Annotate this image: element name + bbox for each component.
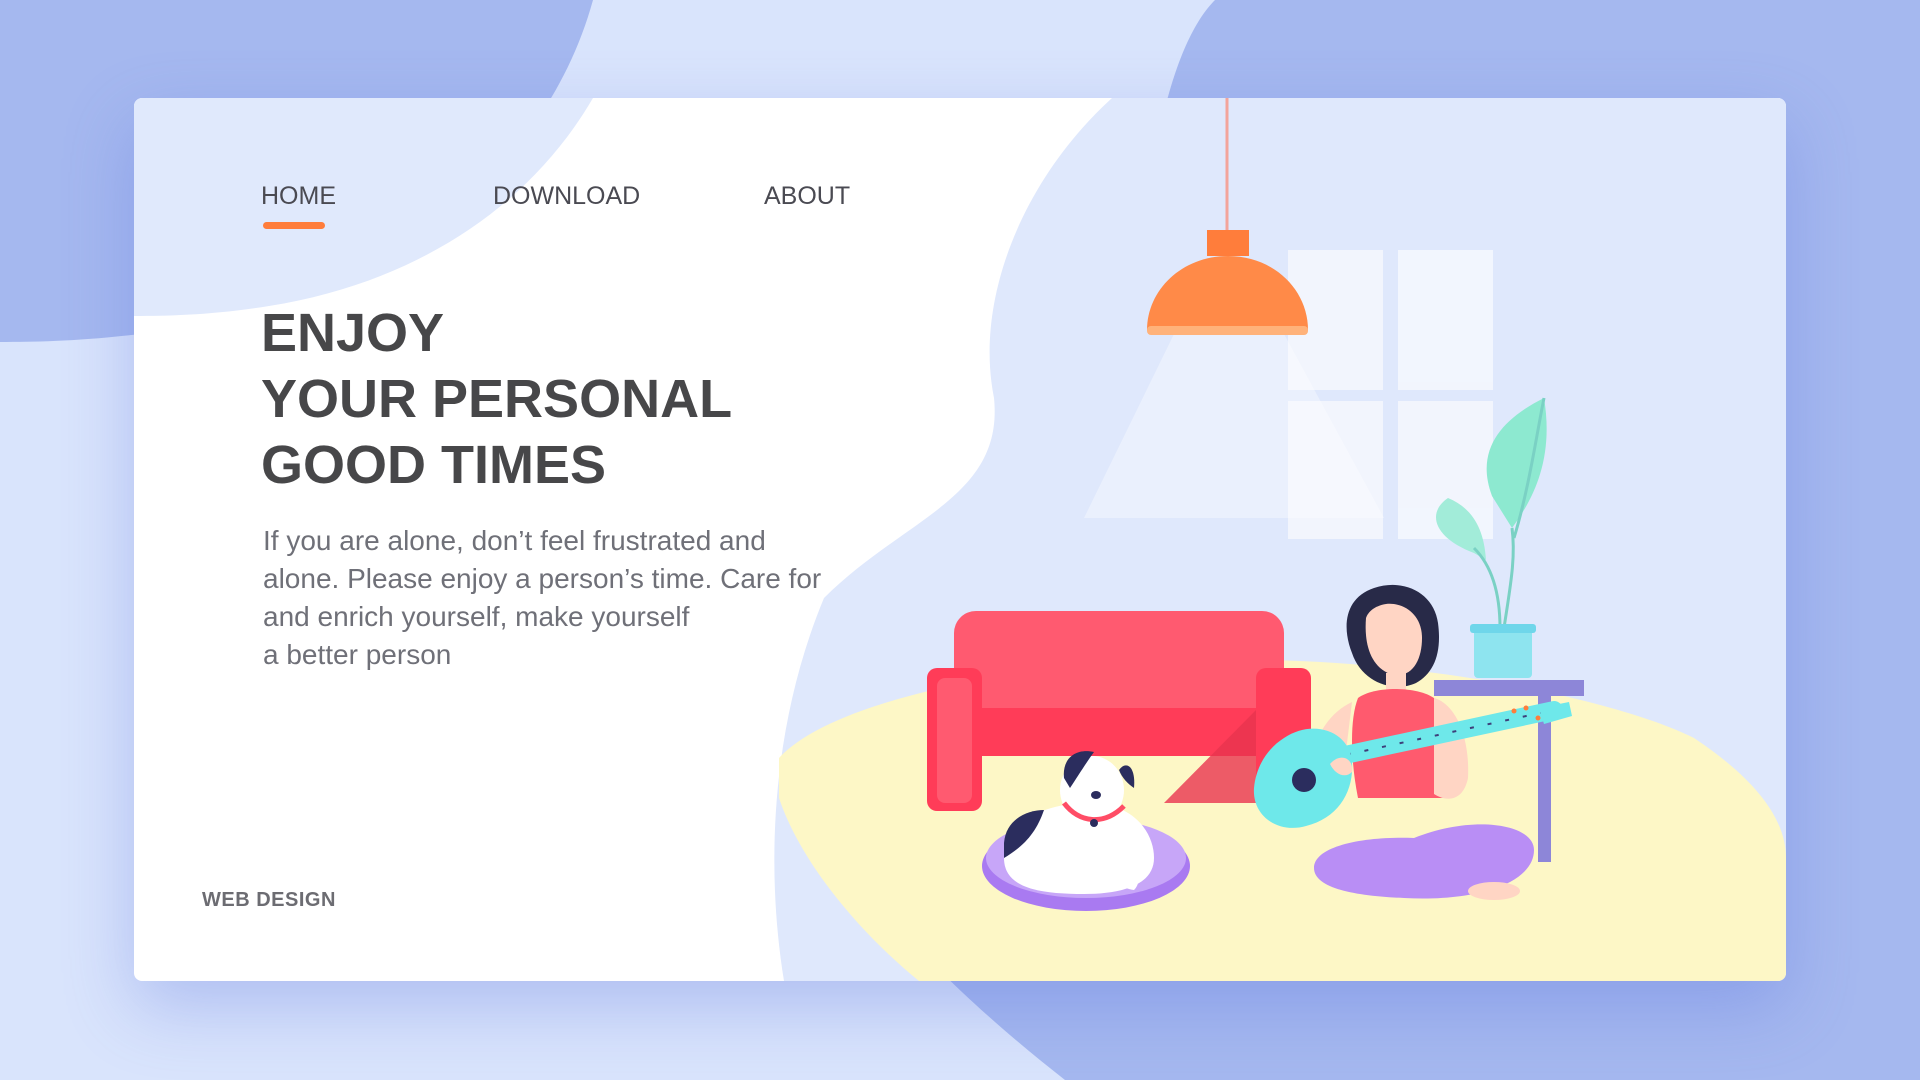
hero-description-line-2: alone. Please enjoy a person’s time. Car… <box>263 563 822 594</box>
nav-download-link[interactable]: DOWNLOAD <box>493 182 640 211</box>
hero-description: If you are alone, don’t feel frustrated … <box>263 522 873 674</box>
hero-headline-line-2: YOUR PERSONAL <box>261 369 733 429</box>
hero-headline-line-3: GOOD TIMES <box>261 435 607 495</box>
hero-headline-line-1: ENJOY <box>261 303 445 363</box>
hero-description-line-1: If you are alone, don’t feel frustrated … <box>263 525 766 556</box>
hero-description-line-3: and enrich yourself, make yourself <box>263 601 690 632</box>
hero-description-line-4: a better person <box>263 639 452 670</box>
nav-active-indicator <box>263 222 325 229</box>
nav-home-link[interactable]: HOME <box>261 182 336 211</box>
hero-headline: ENJOY YOUR PERSONAL GOOD TIMES <box>261 300 732 498</box>
footer-label: WEB DESIGN <box>202 889 336 911</box>
nav-about-link[interactable]: ABOUT <box>764 182 850 211</box>
landing-card: HOME DOWNLOAD ABOUT ENJOY YOUR PERSONAL … <box>134 98 1786 981</box>
